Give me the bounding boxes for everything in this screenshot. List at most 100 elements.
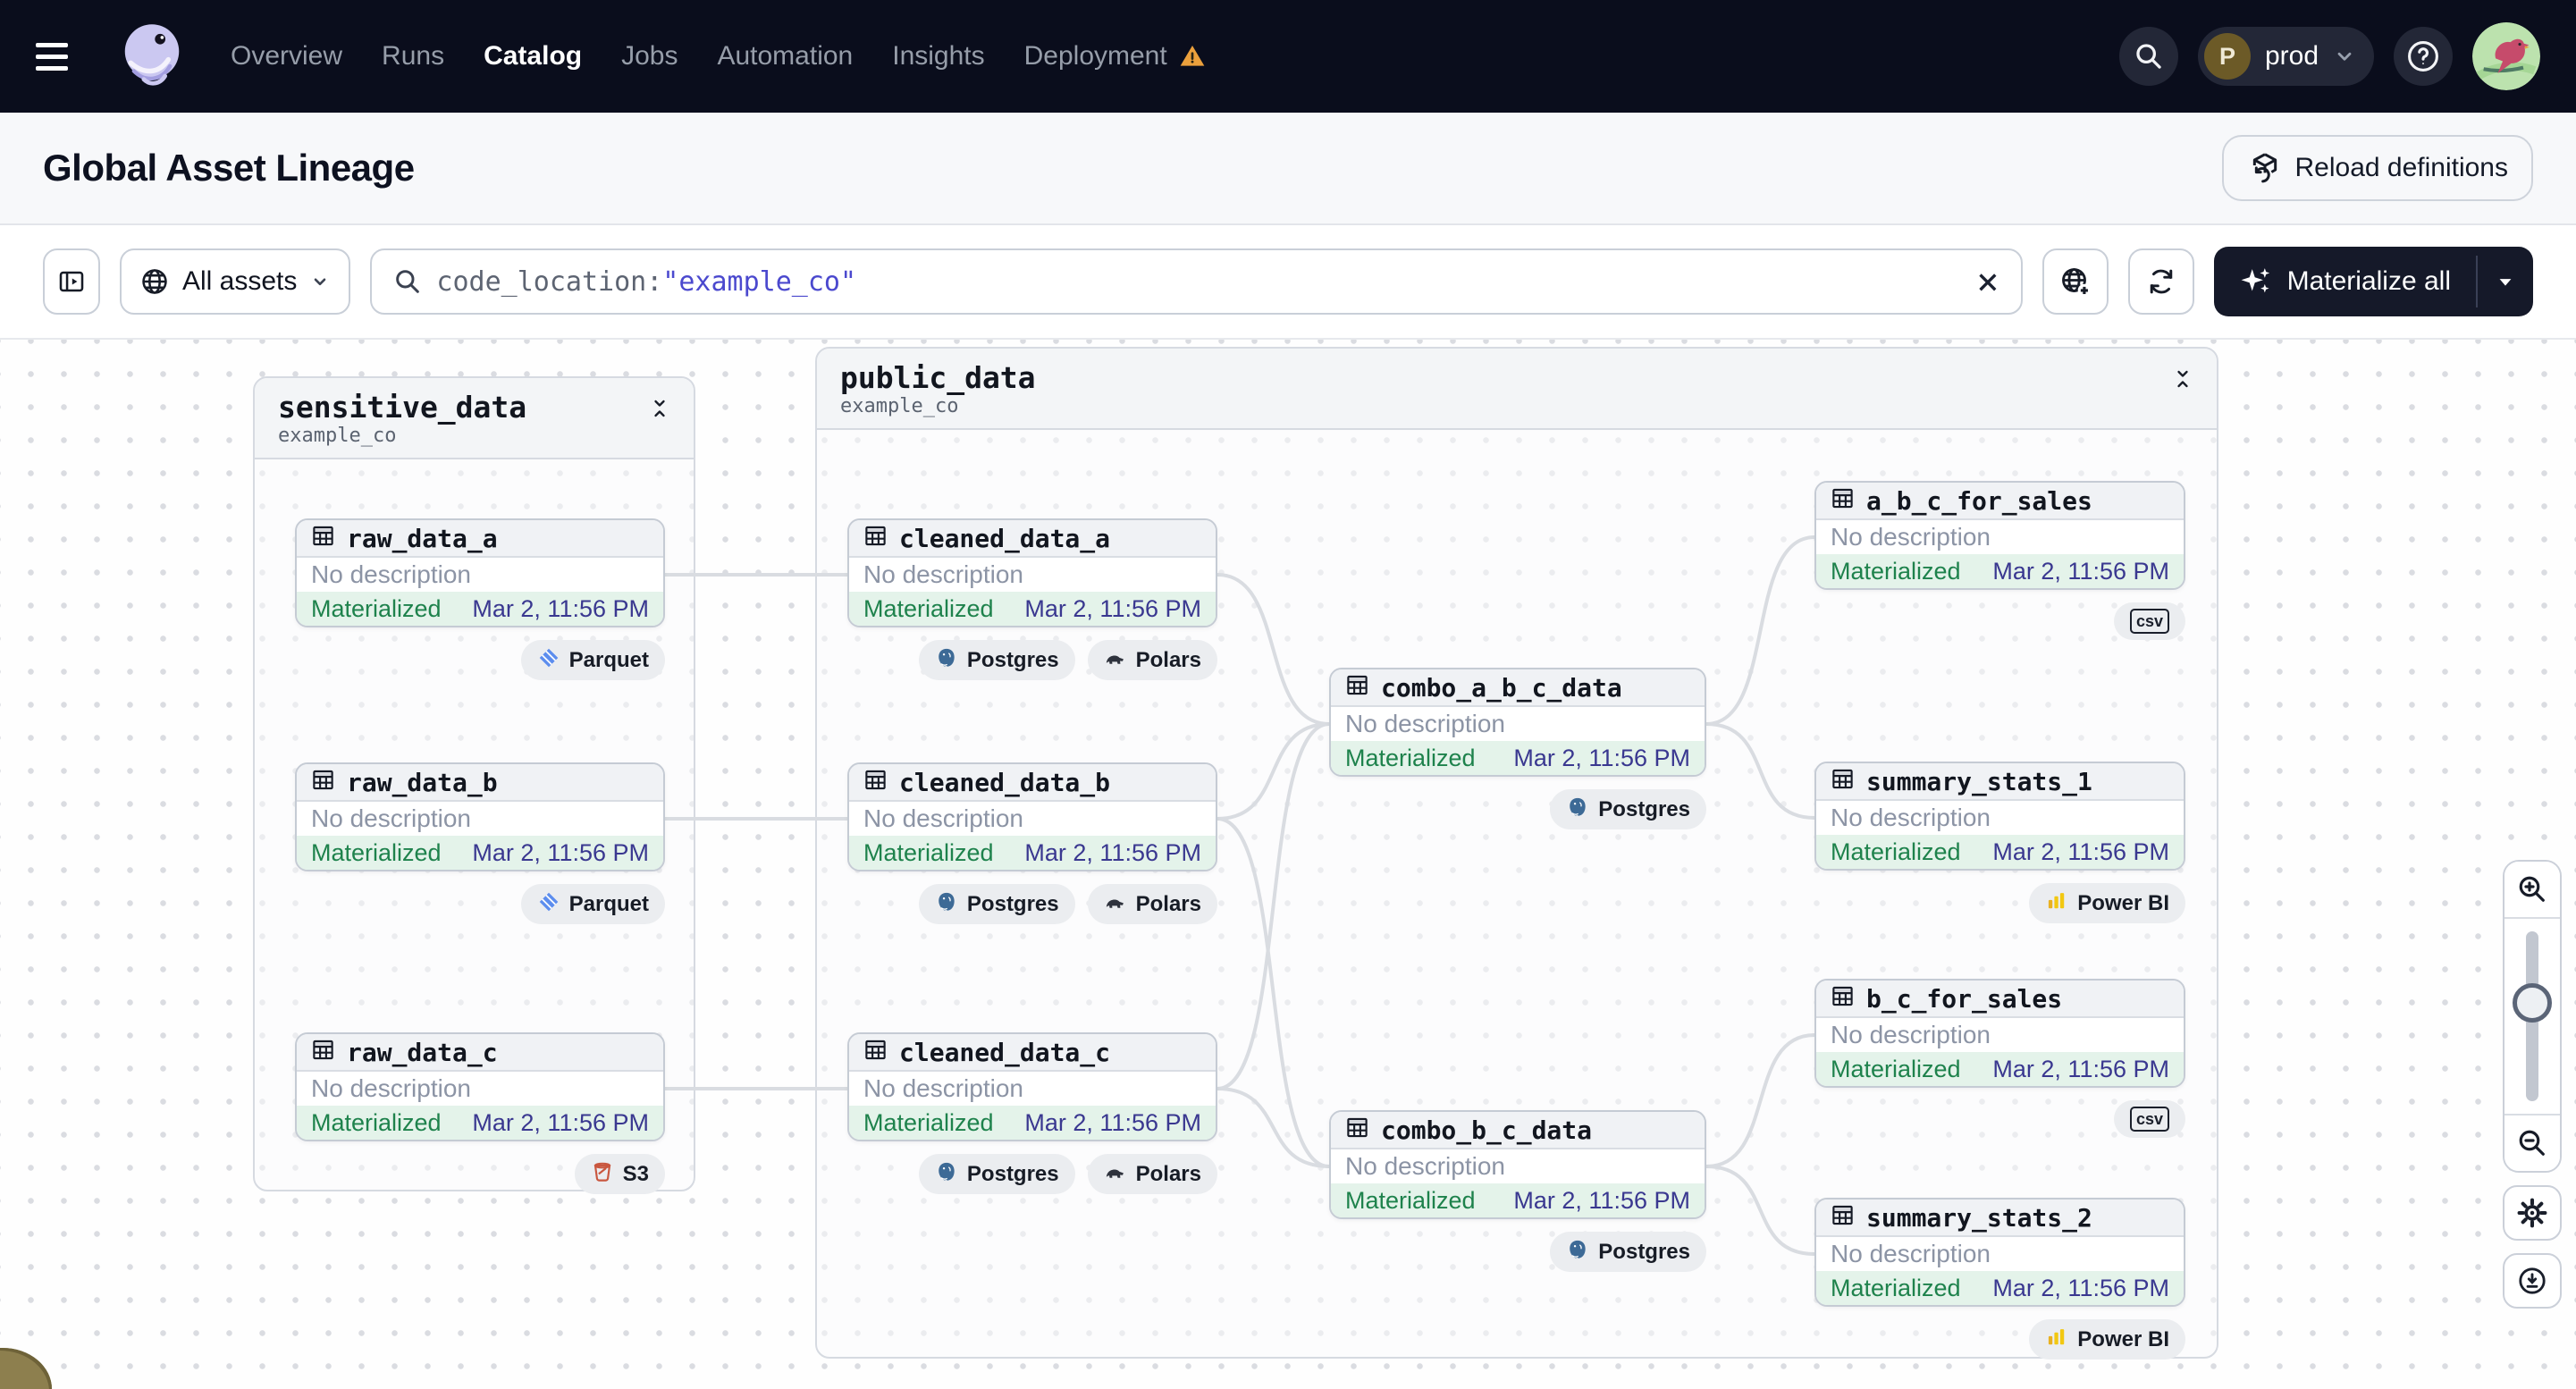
asset-timestamp[interactable]: Mar 2, 11:56 PM [1992,838,2169,866]
compute-kind-tag-postgres[interactable]: Postgres [918,884,1075,924]
asset-node-combo_a_b_c_data[interactable]: combo_a_b_c_data No description Material… [1329,668,1706,829]
reload-definitions-button[interactable]: Reload definitions [2221,135,2533,201]
asset-status-row: Materialized Mar 2, 11:56 PM [1816,554,2184,588]
compute-kind-tag-polars[interactable]: Polars [1087,884,1217,924]
compute-kind-tag-parquet[interactable]: Parquet [520,884,665,924]
asset-name: summary_stats_2 [1866,1202,2092,1233]
deployment-switcher[interactable]: P prod [2197,27,2374,86]
settings-button[interactable] [2503,1185,2562,1241]
nav-items: Overview Runs Catalog Jobs Automation Insight… [231,41,1207,72]
zoom-in-button[interactable] [2504,862,2560,919]
asset-timestamp[interactable]: Mar 2, 11:56 PM [1992,558,2169,585]
asset-node-cleaned_data_b[interactable]: cleaned_data_b No description Materializ… [847,762,1217,924]
nav-item-label: Overview [231,41,343,71]
open-left-panel-button[interactable] [43,248,100,315]
asset-timestamp[interactable]: Mar 2, 11:56 PM [1513,745,1690,772]
tag-label: Parquet [568,891,649,916]
download-icon [2519,1267,2546,1294]
refresh-button[interactable] [2127,248,2194,315]
compute-kind-tag-csv[interactable]: csv [2113,602,2185,641]
asset-node-summary_stats_1[interactable]: summary_stats_1 No description Materiali… [1814,762,2185,923]
compute-kind-tag-csv[interactable]: csv [2113,1100,2185,1139]
asset-node-combo_b_c_data[interactable]: combo_b_c_data No description Materializ… [1329,1110,1706,1272]
user-avatar[interactable] [2472,22,2540,90]
asset-node-summary_stats_2[interactable]: summary_stats_2 No description Materiali… [1814,1198,2185,1360]
clear-search-button[interactable]: × [1976,263,1999,300]
asset-description: No description [1331,1149,1705,1183]
asset-card[interactable]: combo_a_b_c_data No description Material… [1329,668,1706,777]
nav-item-deployment[interactable]: Deployment [1024,41,1207,72]
compute-kind-tag-postgres[interactable]: Postgres [918,640,1075,680]
zoom-out-button[interactable] [2504,1114,2560,1171]
asset-node-raw_data_b[interactable]: raw_data_b No description Materialized M… [295,762,665,924]
compute-kind-tag-powerbi[interactable]: Power BI [2029,883,2185,923]
lineage-edge [1216,722,1330,1090]
asset-node-raw_data_c[interactable]: raw_data_c No description Materialized M… [295,1032,665,1194]
asset-node-raw_data_a[interactable]: raw_data_a No description Materialized M… [295,518,665,680]
menu-button[interactable] [36,31,86,81]
asset-status-row: Materialized Mar 2, 11:56 PM [297,1106,663,1140]
asset-card[interactable]: cleaned_data_b No description Materializ… [847,762,1217,871]
asset-card[interactable]: summary_stats_1 No description Materiali… [1814,762,2185,871]
materialize-all-button[interactable]: Materialize all [2214,247,2476,316]
asset-status: Materialized [863,1108,994,1136]
nav-item-jobs[interactable]: Jobs [621,41,678,72]
tag-label: Polars [1135,647,1201,672]
nav-item-automation[interactable]: Automation [717,41,853,72]
asset-status: Materialized [1345,1186,1476,1214]
compute-kind-tag-parquet[interactable]: Parquet [520,640,665,680]
asset-timestamp[interactable]: Mar 2, 11:56 PM [472,1109,649,1137]
lineage-toolbar: All assets code_location:"example_co" × … [0,225,2576,340]
asset-timestamp[interactable]: Mar 2, 11:56 PM [472,839,649,867]
asset-node-cleaned_data_c[interactable]: cleaned_data_c No description Materializ… [847,1032,1217,1194]
parquet-icon [537,890,560,918]
help-button[interactable] [2394,27,2453,86]
compute-kind-tag-postgres[interactable]: Postgres [1550,1232,1706,1272]
global-search-button[interactable] [2118,27,2178,86]
filter-to-graph-button[interactable] [2041,248,2109,315]
nav-item-catalog[interactable]: Catalog [484,41,582,72]
nav-item-overview[interactable]: Overview [231,41,342,72]
asset-timestamp[interactable]: Mar 2, 11:56 PM [1024,1109,1201,1137]
asset-card[interactable]: cleaned_data_c No description Materializ… [847,1032,1217,1141]
asset-node-b_c_for_sales[interactable]: b_c_for_sales No description Materialize… [1814,979,2185,1139]
nav-item-insights[interactable]: Insights [892,41,984,72]
compute-kind-tag-s3[interactable]: S3 [574,1154,665,1194]
asset-timestamp[interactable]: Mar 2, 11:56 PM [1024,595,1201,623]
asset-search-input[interactable]: code_location:"example_co" × [370,248,2023,315]
asset-timestamp[interactable]: Mar 2, 11:56 PM [1513,1187,1690,1215]
zoom-slider[interactable] [2504,919,2560,1114]
compute-kind-tag-polars[interactable]: Polars [1087,1154,1217,1194]
asset-filter-dropdown[interactable]: All assets [120,248,351,315]
asset-node-cleaned_data_a[interactable]: cleaned_data_a No description Materializ… [847,518,1217,680]
asset-node-a_b_c_for_sales[interactable]: a_b_c_for_sales No description Materiali… [1814,481,2185,641]
asset-timestamp[interactable]: Mar 2, 11:56 PM [1992,1056,2169,1083]
asset-tags: S3 [295,1154,665,1194]
asset-card[interactable]: a_b_c_for_sales No description Materiali… [1814,481,2185,590]
compute-kind-tag-polars[interactable]: Polars [1087,640,1217,680]
materialize-options-button[interactable] [2478,247,2533,316]
table-icon [1345,1115,1369,1144]
asset-card[interactable]: combo_b_c_data No description Materializ… [1329,1110,1706,1219]
compute-kind-tag-postgres[interactable]: Postgres [918,1154,1075,1194]
zoom-slider-knob[interactable] [2513,983,2552,1023]
compute-kind-tag-powerbi[interactable]: Power BI [2029,1319,2185,1360]
dagster-logo-icon[interactable] [113,13,191,99]
asset-card[interactable]: raw_data_c No description Materialized M… [295,1032,665,1141]
asset-card[interactable]: b_c_for_sales No description Materialize… [1814,979,2185,1088]
download-button[interactable] [2503,1253,2562,1309]
asset-description: No description [1331,707,1705,741]
asset-tags: Postgres [1329,789,1706,829]
lineage-canvas[interactable]: sensitive_data example_co public_data ex… [0,340,2576,1389]
asset-card[interactable]: raw_data_a No description Materialized M… [295,518,665,627]
postgres-icon [935,1160,958,1188]
asset-timestamp[interactable]: Mar 2, 11:56 PM [472,595,649,623]
nav-item-runs[interactable]: Runs [382,41,444,72]
asset-card[interactable]: raw_data_b No description Materialized M… [295,762,665,871]
asset-timestamp[interactable]: Mar 2, 11:56 PM [1024,839,1201,867]
asset-description: No description [849,1072,1216,1106]
asset-card[interactable]: summary_stats_2 No description Materiali… [1814,1198,2185,1307]
asset-card[interactable]: cleaned_data_a No description Materializ… [847,518,1217,627]
compute-kind-tag-postgres[interactable]: Postgres [1550,789,1706,829]
asset-timestamp[interactable]: Mar 2, 11:56 PM [1992,1275,2169,1302]
